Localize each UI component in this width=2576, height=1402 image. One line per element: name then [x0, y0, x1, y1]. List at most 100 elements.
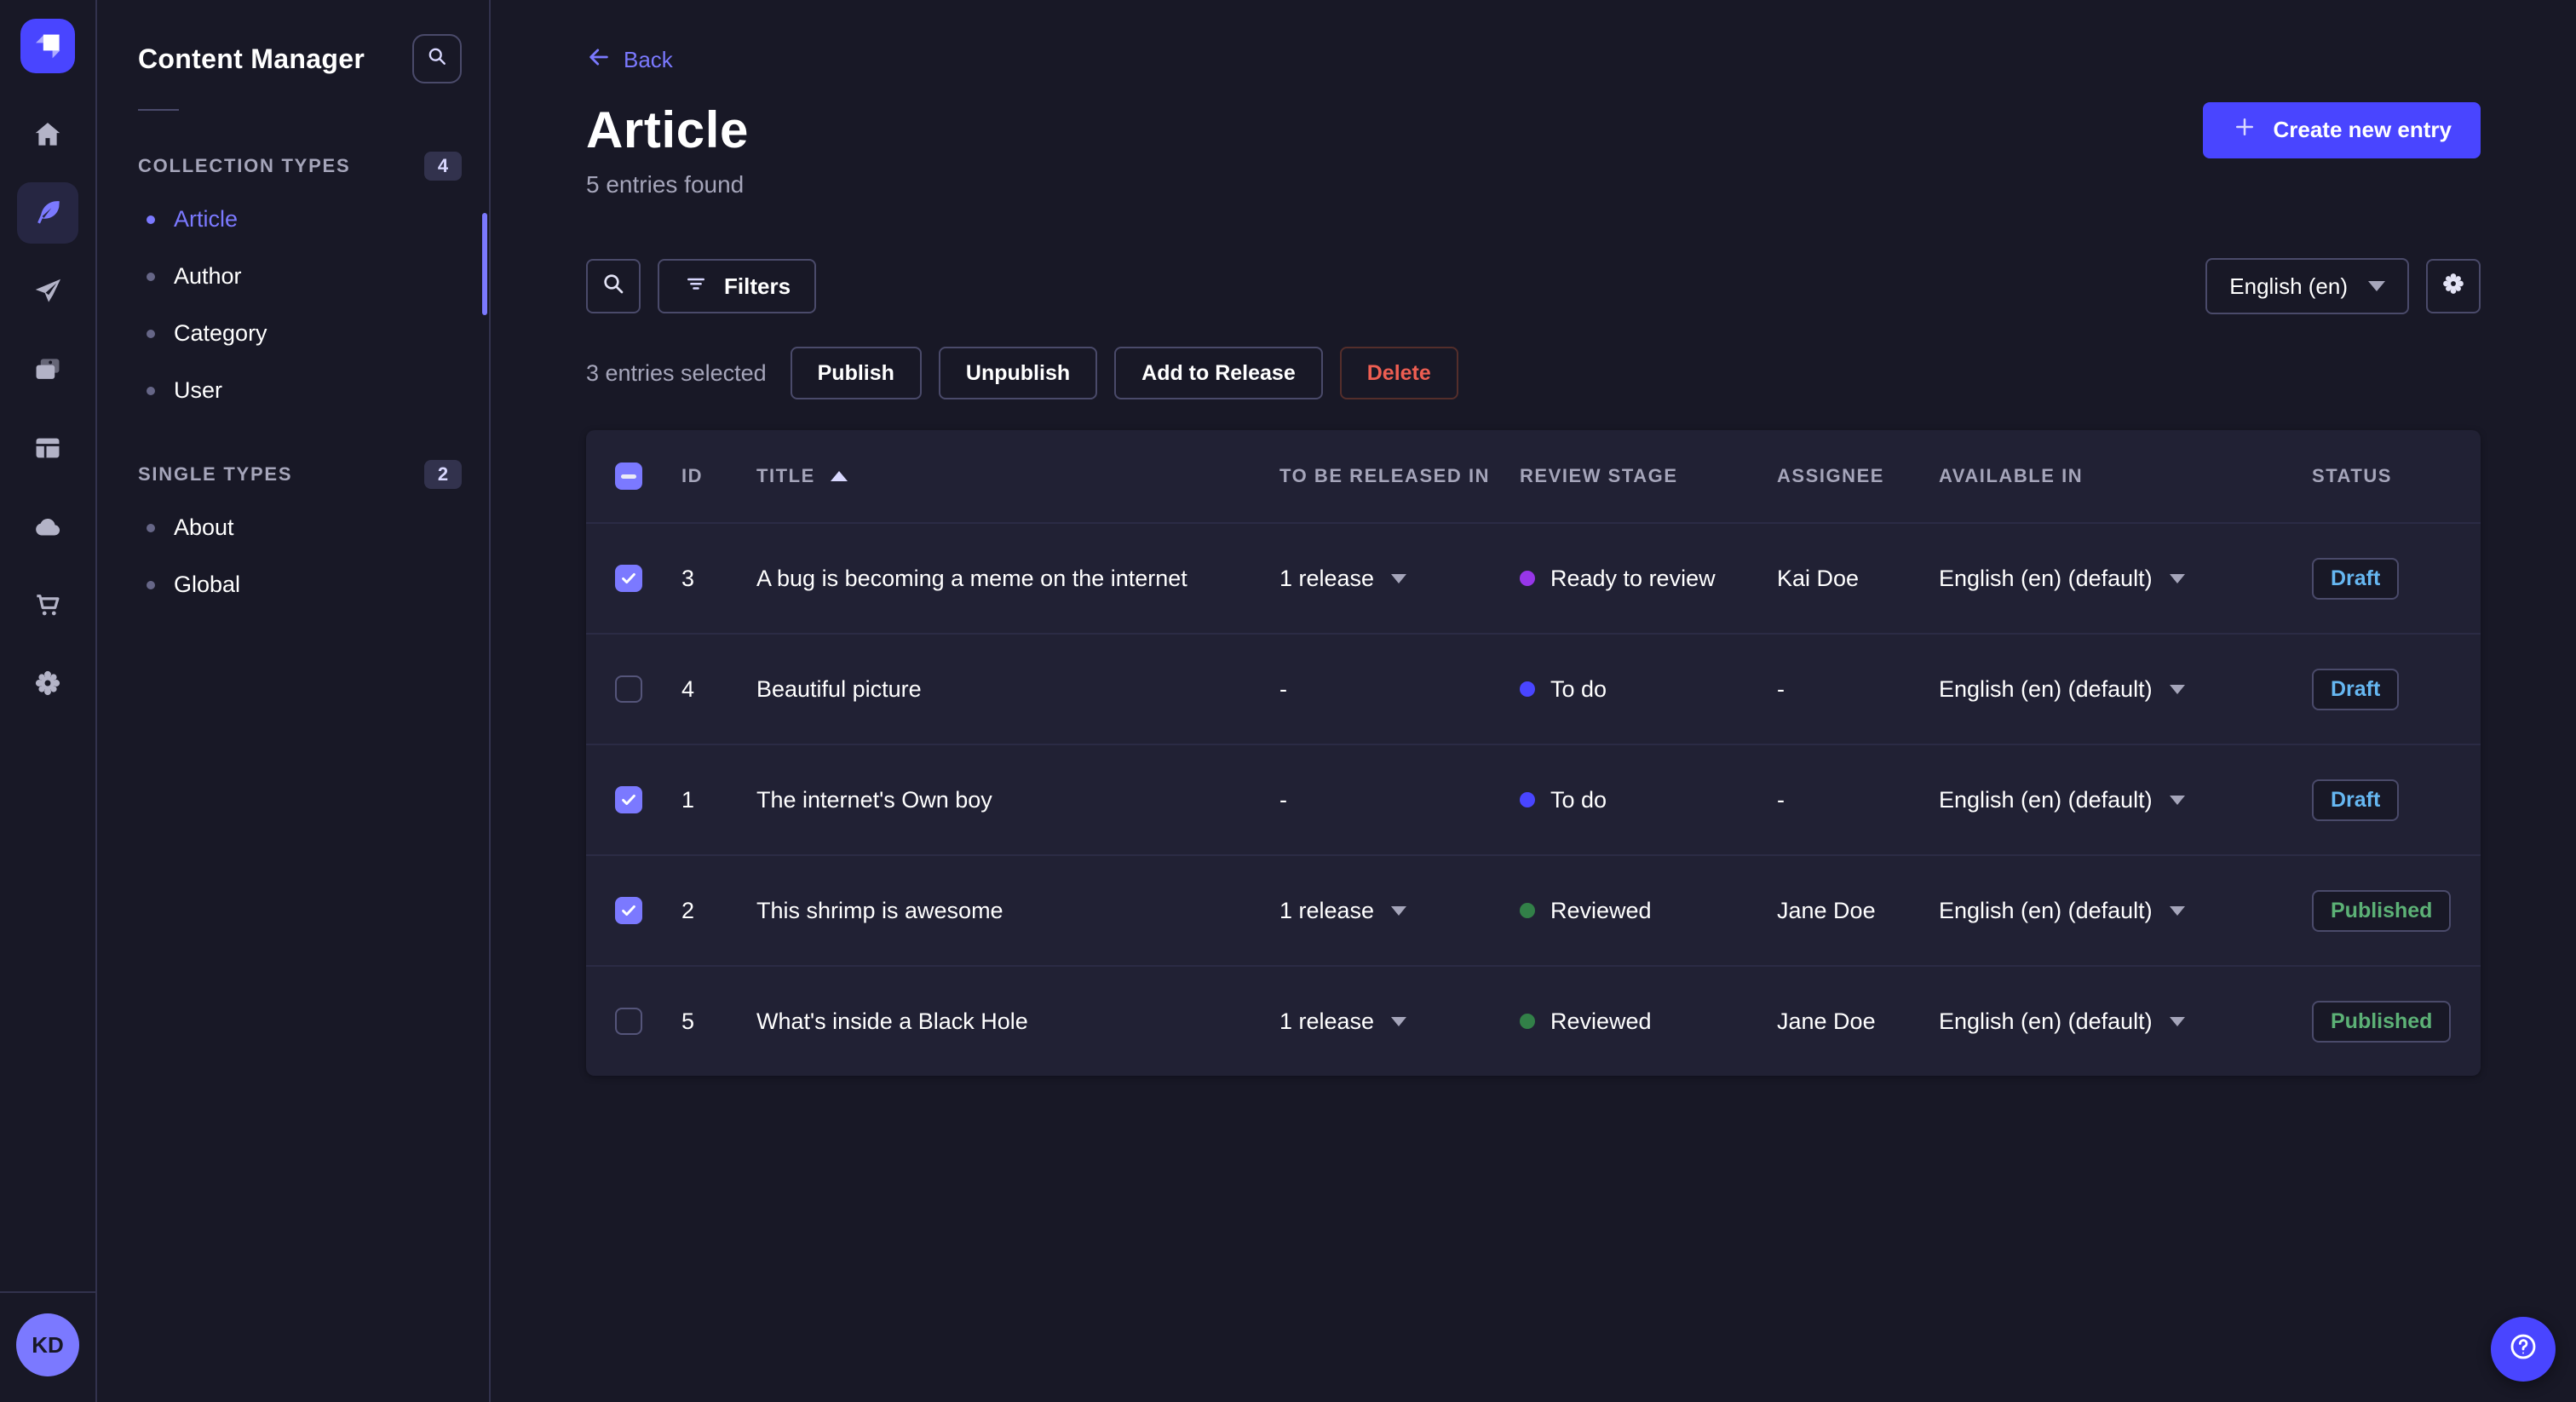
table-row[interactable]: 3 A bug is becoming a meme on the intern… [586, 522, 2481, 633]
cell-review-stage: Ready to review [1520, 566, 1777, 592]
search-icon [425, 44, 449, 74]
cell-review-stage: To do [1520, 676, 1777, 703]
cell-released[interactable]: 1 release [1279, 566, 1520, 592]
status-badge: Draft [2312, 668, 2400, 710]
help-button[interactable] [2491, 1317, 2556, 1382]
layout-icon [32, 432, 64, 464]
cell-title: What's inside a Black Hole [756, 1008, 1028, 1034]
rail-item-gear-icon[interactable] [17, 652, 78, 714]
cell-available-in[interactable]: English (en) (default) [1939, 898, 2312, 924]
status-badge: Published [2312, 1000, 2452, 1043]
cell-available-in[interactable]: English (en) (default) [1939, 566, 2312, 592]
sidebar-title: Content Manager [138, 43, 365, 74]
delete-button[interactable]: Delete [1339, 347, 1458, 399]
row-checkbox[interactable] [615, 1008, 642, 1035]
back-link[interactable]: Back [586, 44, 673, 76]
sidebar-item-about[interactable]: About [138, 499, 462, 556]
view-settings-button[interactable] [2426, 259, 2481, 313]
stage-dot-icon [1520, 903, 1535, 918]
cell-available-in[interactable]: English (en) (default) [1939, 787, 2312, 813]
filters-button[interactable]: Filters [658, 259, 817, 313]
cell-id: 1 [681, 786, 695, 813]
table-row[interactable]: 2 This shrimp is awesome 1 release Revie… [586, 854, 2481, 965]
cell-id: 3 [681, 565, 695, 591]
cell-available-in[interactable]: English (en) (default) [1939, 676, 2312, 703]
select-all-checkbox[interactable] [615, 463, 642, 490]
sidebar-section-header: SINGLE TYPES 2 [138, 460, 462, 489]
bullet-icon [147, 523, 155, 532]
stage-dot-icon [1520, 681, 1535, 697]
page-title: Article [586, 101, 749, 158]
column-header-to-be-released-in[interactable]: TO BE RELEASED IN [1279, 465, 1520, 487]
cell-title: A bug is becoming a meme on the internet [756, 565, 1187, 591]
row-checkbox[interactable] [615, 675, 642, 703]
sidebar-section-header: COLLECTION TYPES 4 [138, 152, 462, 181]
feather-icon [32, 197, 64, 229]
rail-item-home-icon[interactable] [17, 104, 78, 165]
rail-item-paper-plane-icon[interactable] [17, 261, 78, 322]
cell-status: Published [2312, 889, 2481, 932]
bullet-icon [147, 215, 155, 224]
column-header-title[interactable]: TITLE [756, 465, 1279, 487]
content-manager-sidebar: Content Manager COLLECTION TYPES 4 Article… [97, 0, 491, 1402]
cell-released[interactable]: 1 release [1279, 898, 1520, 924]
column-header-status[interactable]: STATUS [2312, 465, 2481, 487]
cell-id: 5 [681, 1008, 695, 1034]
entries-table: ID TITLE TO BE RELEASED IN REVIEW STAGE ASSI… [586, 430, 2481, 1076]
selection-count: 3 entries selected [586, 359, 767, 386]
rail-item-feather-icon[interactable] [17, 182, 78, 244]
sidebar-item-article[interactable]: Article [138, 191, 462, 248]
column-header-available-in[interactable]: AVAILABLE IN [1939, 465, 2312, 487]
bullet-icon [147, 272, 155, 281]
table-row[interactable]: 4 Beautiful picture - To do - English (e… [586, 633, 2481, 744]
sidebar-item-user[interactable]: User [138, 362, 462, 419]
cell-title: Beautiful picture [756, 675, 922, 702]
cloud-icon [32, 510, 64, 543]
sidebar-divider [138, 109, 179, 111]
column-header-review-stage[interactable]: REVIEW STAGE [1520, 465, 1777, 487]
chevron-down-icon [2368, 281, 2385, 291]
chevron-down-icon [2169, 1016, 2185, 1026]
indeterminate-dash-icon [621, 474, 636, 479]
create-new-entry-button[interactable]: Create new entry [2203, 101, 2481, 158]
arrow-left-icon [586, 44, 612, 76]
rail-item-layout-icon[interactable] [17, 417, 78, 479]
cell-available-in[interactable]: English (en) (default) [1939, 1008, 2312, 1035]
section-count-badge: 2 [424, 460, 462, 489]
home-icon [32, 118, 64, 151]
sidebar-item-category[interactable]: Category [138, 305, 462, 362]
column-header-assignee[interactable]: ASSIGNEE [1777, 465, 1939, 487]
unpublish-button[interactable]: Unpublish [938, 347, 1098, 399]
sidebar-item-label: Article [174, 206, 239, 232]
chevron-down-icon [1391, 905, 1407, 916]
status-badge: Draft [2312, 779, 2400, 821]
sidebar-search-button[interactable] [412, 34, 462, 83]
status-badge: Draft [2312, 557, 2400, 600]
cell-review-stage: To do [1520, 787, 1777, 813]
sidebar-item-label: About [174, 514, 234, 540]
strapi-logo[interactable] [20, 19, 75, 73]
cell-released: - [1279, 786, 1287, 813]
sidebar-item-global[interactable]: Global [138, 556, 462, 613]
row-checkbox[interactable] [615, 565, 642, 592]
table-row[interactable]: 1 The internet's Own boy - To do - Engli… [586, 744, 2481, 854]
add-to-release-button[interactable]: Add to Release [1114, 347, 1323, 399]
locale-select[interactable]: English (en) [2205, 258, 2409, 314]
sidebar-item-label: Category [174, 320, 267, 346]
cart-icon [32, 589, 64, 621]
row-checkbox[interactable] [615, 786, 642, 813]
publish-button[interactable]: Publish [790, 347, 922, 399]
row-checkbox[interactable] [615, 897, 642, 924]
sidebar-scrollbar-thumb[interactable] [482, 213, 487, 315]
rail-item-cloud-icon[interactable] [17, 496, 78, 557]
rail-item-media-icon[interactable] [17, 339, 78, 400]
avatar[interactable]: KD [16, 1313, 79, 1376]
plus-icon [2232, 114, 2257, 146]
column-header-id[interactable]: ID [681, 465, 756, 487]
chevron-down-icon [1391, 573, 1407, 583]
table-search-button[interactable] [586, 259, 641, 313]
table-row[interactable]: 5 What's inside a Black Hole 1 release R… [586, 965, 2481, 1076]
cell-released[interactable]: 1 release [1279, 1008, 1520, 1035]
sidebar-item-author[interactable]: Author [138, 248, 462, 305]
rail-item-cart-icon[interactable] [17, 574, 78, 635]
